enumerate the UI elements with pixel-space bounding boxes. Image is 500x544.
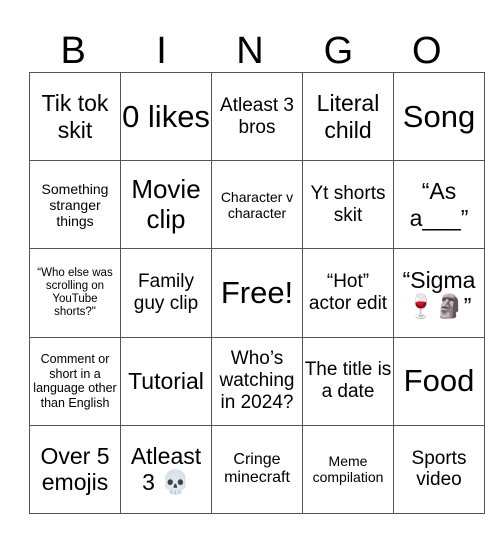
cell-text: Something stranger things	[41, 180, 109, 229]
bingo-cell[interactable]: Something stranger things	[29, 160, 121, 250]
board-row: “Who else was scrolling on YouTube short…	[29, 248, 485, 338]
cell-text: Song	[402, 98, 476, 134]
bingo-cell[interactable]: Song	[393, 71, 485, 162]
cell-text: Who’s watching in 2024?	[219, 348, 295, 414]
cell-text: “Hot” actor edit	[308, 271, 388, 314]
bingo-cell[interactable]: Comment or short in a language other tha…	[29, 336, 121, 426]
bingo-cell[interactable]: The title is a date	[302, 336, 394, 426]
bingo-cell[interactable]: Literal child	[302, 71, 394, 162]
bingo-cell[interactable]: Family guy clip	[120, 248, 212, 338]
cell-text: Family guy clip	[133, 271, 199, 314]
cell-text: Literal child	[316, 90, 380, 143]
cell-text: The title is a date	[304, 359, 392, 403]
bingo-cell[interactable]: “As a___”	[393, 160, 485, 250]
cell-text: Over 5 emojis	[40, 442, 110, 496]
board-row: Comment or short in a language other tha…	[29, 336, 485, 426]
cell-text: Atleast 3 bros	[220, 94, 294, 138]
cell-text: Character v character	[220, 188, 294, 221]
bingo-cell[interactable]: “Hot” actor edit	[302, 248, 394, 338]
header-letter-n: N	[236, 30, 264, 72]
bingo-cell[interactable]: Food	[393, 336, 485, 426]
free-space-text: Free!	[220, 275, 294, 311]
bingo-header: B I N G O	[29, 30, 471, 72]
bingo-cell[interactable]: Cringe minecraft	[211, 424, 303, 515]
cell-text: 0 likes	[122, 98, 210, 134]
board-row: Over 5 emojis Atleast 3 💀 Cringe minecra…	[29, 424, 485, 515]
bingo-cell[interactable]: Meme compilation	[302, 424, 394, 515]
cell-text: Movie clip	[131, 173, 201, 234]
bingo-cell[interactable]: Yt shorts skit	[302, 160, 394, 250]
bingo-cell[interactable]: Over 5 emojis	[29, 424, 121, 515]
bingo-board: Tik tok skit 0 likes Atleast 3 bros Lite…	[29, 71, 485, 515]
bingo-cell[interactable]: Tutorial	[120, 336, 212, 426]
cell-text: Comment or short in a language other tha…	[33, 352, 117, 410]
board-row: Something stranger things Movie clip Cha…	[29, 160, 485, 250]
bingo-cell[interactable]: Tik tok skit	[29, 71, 121, 162]
bingo-cell[interactable]: Sports video	[393, 424, 485, 515]
bingo-cell[interactable]: 0 likes	[120, 71, 212, 162]
header-letter-g: G	[323, 30, 354, 72]
bingo-cell[interactable]: Who’s watching in 2024?	[211, 336, 303, 426]
cell-text: “Who else was scrolling on YouTube short…	[37, 266, 113, 319]
cell-text: Food	[403, 363, 475, 399]
header-letter-i: I	[156, 30, 167, 72]
cell-text: Atleast 3 💀	[130, 442, 202, 496]
bingo-cell[interactable]: “Sigma 🍷🗿”	[393, 248, 485, 338]
cell-text: “Sigma 🍷🗿”	[402, 266, 476, 319]
header-letter-o: O	[411, 30, 442, 72]
bingo-cell[interactable]: “Who else was scrolling on YouTube short…	[29, 248, 121, 338]
cell-text: Cringe minecraft	[224, 450, 290, 487]
header-letter-b: B	[60, 30, 86, 72]
cell-text: Sports video	[411, 447, 467, 491]
cell-text: “As a___”	[409, 178, 469, 231]
bingo-cell[interactable]: Movie clip	[120, 160, 212, 250]
bingo-cell[interactable]: Character v character	[211, 160, 303, 250]
cell-text: Tik tok skit	[41, 90, 109, 143]
board-row: Tik tok skit 0 likes Atleast 3 bros Lite…	[29, 71, 485, 162]
bingo-cell[interactable]: Atleast 3 bros	[211, 71, 303, 162]
free-space-cell[interactable]: Free!	[211, 248, 303, 338]
cell-text: Tutorial	[128, 367, 204, 394]
cell-text: Meme compilation	[312, 453, 384, 486]
bingo-cell[interactable]: Atleast 3 💀	[120, 424, 212, 515]
cell-text: Yt shorts skit	[310, 182, 386, 226]
